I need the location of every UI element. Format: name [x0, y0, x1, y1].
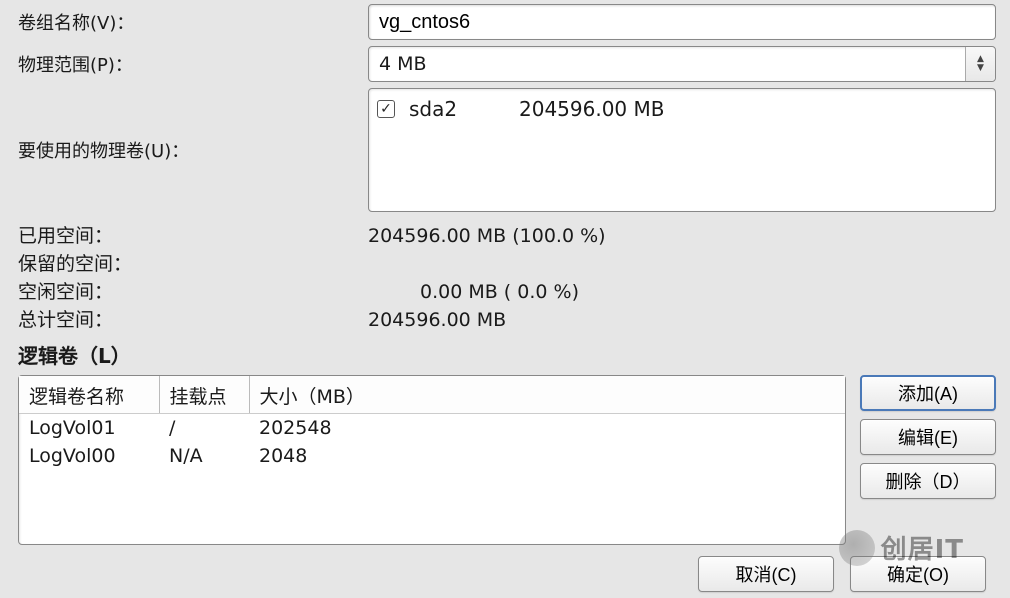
lvm-vg-dialog: 卷组名称(V)： 物理范围(P)： 4 MB ▲ ▼ 要使用的物理卷(U)： ✓…: [0, 4, 1010, 598]
lv-section-title: 逻辑卷（L）: [18, 340, 996, 369]
pe-size-label: 物理范围(P)：: [18, 51, 368, 77]
lv-button-stack: 添加(A) 编辑(E) 删除（D）: [860, 375, 996, 499]
pv-name: sda2: [409, 97, 505, 121]
pv-checkbox[interactable]: ✓: [377, 100, 395, 118]
edit-button[interactable]: 编辑(E): [860, 419, 996, 455]
free-space-value: 0.00 MB ( 0.0 %): [368, 278, 579, 306]
lv-name: LogVol01: [19, 414, 159, 443]
pv-size: 204596.00 MB: [519, 97, 665, 121]
lv-table[interactable]: 逻辑卷名称 挂载点 大小（MB） LogVol01 / 202548 LogVo…: [18, 375, 846, 545]
add-button[interactable]: 添加(A): [860, 375, 996, 411]
lv-header-mount[interactable]: 挂载点: [159, 376, 249, 414]
vg-name-input[interactable]: [368, 4, 996, 40]
vg-name-label: 卷组名称(V)：: [18, 9, 368, 35]
chevron-down-icon: ▼: [977, 64, 984, 73]
lv-size: 2048: [249, 442, 845, 470]
lv-header-name[interactable]: 逻辑卷名称: [19, 376, 159, 414]
space-stats: 已用空间： 204596.00 MB (100.0 %) 保留的空间： 空闲空间…: [18, 222, 996, 334]
lv-mount: /: [159, 414, 249, 443]
used-space-value: 204596.00 MB (100.0 %): [368, 222, 606, 250]
cancel-button[interactable]: 取消(C): [698, 556, 834, 592]
lv-mount: N/A: [159, 442, 249, 470]
lv-row[interactable]: LogVol01 / 202548: [19, 414, 845, 443]
pe-size-spinner[interactable]: ▲ ▼: [965, 47, 995, 81]
total-space-label: 总计空间：: [18, 306, 368, 334]
pe-size-select[interactable]: 4 MB ▲ ▼: [368, 46, 996, 82]
lv-header-row: 逻辑卷名称 挂载点 大小（MB）: [19, 376, 845, 414]
free-space-label: 空闲空间：: [18, 278, 368, 306]
pe-size-value: 4 MB: [369, 47, 965, 81]
pv-listbox[interactable]: ✓ sda2 204596.00 MB: [368, 88, 996, 212]
reserved-space-label: 保留的空间：: [18, 250, 368, 278]
pv-item[interactable]: ✓ sda2 204596.00 MB: [377, 95, 987, 123]
lv-header-size[interactable]: 大小（MB）: [249, 376, 845, 414]
used-space-label: 已用空间：: [18, 222, 368, 250]
lv-size: 202548: [249, 414, 845, 443]
total-space-value: 204596.00 MB: [368, 306, 506, 334]
lv-row[interactable]: LogVol00 N/A 2048: [19, 442, 845, 470]
dialog-buttons: 取消(C) 确定(O): [698, 556, 986, 592]
lv-name: LogVol00: [19, 442, 159, 470]
pv-use-label: 要使用的物理卷(U)：: [18, 137, 368, 163]
ok-button[interactable]: 确定(O): [850, 556, 986, 592]
delete-button[interactable]: 删除（D）: [860, 463, 996, 499]
